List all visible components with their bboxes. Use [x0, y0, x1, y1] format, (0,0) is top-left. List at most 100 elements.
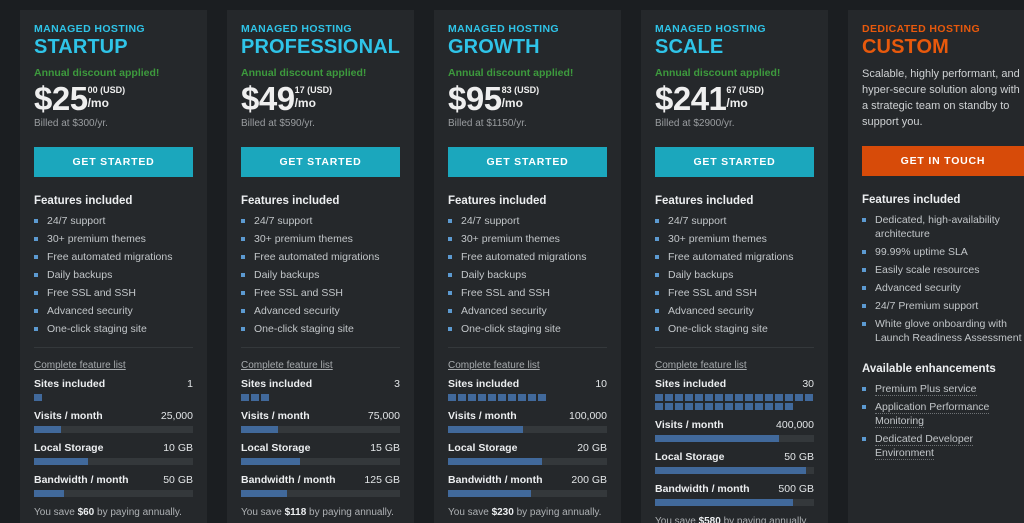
metric-row: Visits / month 400,000: [655, 419, 814, 442]
metric-header: Visits / month 400,000: [655, 419, 814, 432]
feature-item: Daily backups: [241, 268, 400, 282]
segment-block: [685, 394, 693, 401]
feature-item: One-click staging site: [34, 322, 193, 336]
feature-link-wrap: Complete feature list: [448, 347, 607, 373]
get-started-button[interactable]: GET STARTED: [448, 147, 607, 177]
feature-item: Advanced security: [34, 304, 193, 318]
metric-header: Sites included 10: [448, 378, 607, 391]
metric-label: Bandwidth / month: [655, 483, 750, 495]
metric-row: Visits / month 75,000: [241, 410, 400, 433]
complete-feature-list-link[interactable]: Complete feature list: [448, 360, 540, 371]
feature-item: Daily backups: [34, 268, 193, 282]
metric-value: 50 GB: [784, 451, 814, 463]
price-suffix: 83 (USD)/mo: [502, 82, 540, 110]
price-suffix: 00 (USD)/mo: [88, 82, 126, 110]
feature-label: One-click staging site: [668, 323, 768, 335]
segment-block: [755, 403, 763, 410]
progress-bar-track: [241, 426, 400, 433]
plan-kicker: MANAGED HOSTING: [241, 23, 352, 35]
progress-bar-track: [448, 426, 607, 433]
get-started-button[interactable]: GET STARTED: [655, 147, 814, 177]
feature-item: 30+ premium themes: [448, 232, 607, 246]
price-amount: $241: [655, 80, 727, 117]
metric-header: Sites included 30: [655, 378, 814, 391]
metric-label: Local Storage: [655, 451, 725, 463]
save-amount: $118: [284, 507, 307, 518]
plan-card-startup: MANAGED HOSTING STARTUP Annual discount ap…: [20, 10, 207, 523]
feature-label: Free automated migrations: [461, 251, 587, 263]
segment-block: [478, 394, 486, 401]
feature-item: 24/7 support: [241, 214, 400, 228]
feature-label: 30+ premium themes: [668, 233, 767, 245]
metric-value: 400,000: [776, 419, 814, 431]
segment-block: [735, 403, 743, 410]
feature-item: 24/7 Premium support: [862, 299, 1024, 313]
complete-feature-list-link[interactable]: Complete feature list: [655, 360, 747, 371]
progress-bar-track: [655, 499, 814, 506]
enhancement-label: Premium Plus service: [875, 383, 977, 396]
pricing-plans-grid: MANAGED HOSTING STARTUP Annual discount ap…: [0, 0, 1024, 523]
metric-value: 200 GB: [571, 474, 607, 486]
feature-label: Free SSL and SSH: [47, 287, 136, 299]
feature-label: 24/7 support: [461, 215, 520, 227]
metric-value: 10 GB: [163, 442, 193, 454]
segment-block: [725, 403, 733, 410]
plan-kicker: MANAGED HOSTING: [448, 23, 559, 35]
segment-block: [528, 394, 536, 401]
get-in-touch-button[interactable]: GET IN TOUCH: [862, 146, 1024, 176]
enhancements-list: Premium Plus service Application Performa…: [862, 382, 1024, 460]
feature-item: 30+ premium themes: [655, 232, 814, 246]
save-prefix: You save: [655, 516, 699, 523]
enhancement-item[interactable]: Dedicated Developer Environment: [862, 432, 1024, 460]
billed-note: Billed at $2900/yr.: [655, 118, 735, 129]
metric-label: Visits / month: [34, 410, 103, 422]
segmented-bar: [34, 394, 193, 401]
price-cents: 67 (USD): [726, 85, 764, 95]
segment-block: [775, 394, 783, 401]
feature-item: Advanced security: [448, 304, 607, 318]
feature-label: Daily backups: [668, 269, 734, 281]
price-cents: 00 (USD): [87, 85, 126, 95]
progress-bar-fill: [34, 490, 65, 497]
feature-label: Advanced security: [668, 305, 754, 317]
features-heading: Features included: [34, 195, 133, 207]
metric-row: Local Storage 50 GB: [655, 451, 814, 474]
price-block: $25 00 (USD)/mo: [34, 82, 193, 116]
price-amount: $25: [34, 80, 88, 117]
get-started-button[interactable]: GET STARTED: [34, 147, 193, 177]
feature-label: One-click staging site: [47, 323, 147, 335]
feature-item: Free automated migrations: [34, 250, 193, 264]
feature-item: Advanced security: [655, 304, 814, 318]
metric-header: Local Storage 50 GB: [655, 451, 814, 464]
metric-value: 30: [802, 378, 814, 390]
feature-item: Free SSL and SSH: [34, 286, 193, 300]
feature-label: Advanced security: [461, 305, 547, 317]
plan-kicker: MANAGED HOSTING: [34, 23, 145, 35]
feature-label: White glove onboarding with Launch Readi…: [875, 318, 1022, 344]
metric-value: 1: [187, 378, 193, 390]
get-started-button[interactable]: GET STARTED: [241, 147, 400, 177]
feature-label: 24/7 Premium support: [875, 300, 979, 312]
enhancement-item[interactable]: Application Performance Monitoring: [862, 400, 1024, 428]
feature-item: Free SSL and SSH: [448, 286, 607, 300]
price-period: /mo: [726, 96, 748, 110]
metric-row: Visits / month 100,000: [448, 410, 607, 433]
progress-bar-track: [448, 490, 607, 497]
plan-kicker: MANAGED HOSTING: [655, 23, 766, 35]
metric-header: Bandwidth / month 200 GB: [448, 474, 607, 487]
feature-link-wrap: Complete feature list: [34, 347, 193, 373]
metric-value: 10: [595, 378, 607, 390]
metric-label: Sites included: [241, 378, 313, 390]
progress-bar-track: [34, 458, 193, 465]
enhancement-item[interactable]: Premium Plus service: [862, 382, 1024, 396]
metric-value: 25,000: [160, 410, 193, 422]
metric-header: Visits / month 100,000: [448, 410, 607, 423]
price-block: $49 17 (USD)/mo: [241, 82, 400, 116]
complete-feature-list-link[interactable]: Complete feature list: [241, 360, 333, 371]
metric-label: Bandwidth / month: [241, 474, 336, 486]
annual-savings-note: You save $118 by paying annually.: [241, 506, 400, 520]
feature-label: 24/7 support: [668, 215, 727, 227]
complete-feature-list-link[interactable]: Complete feature list: [34, 360, 126, 371]
features-heading: Features included: [655, 195, 754, 207]
discount-note: Annual discount applied!: [34, 67, 160, 79]
